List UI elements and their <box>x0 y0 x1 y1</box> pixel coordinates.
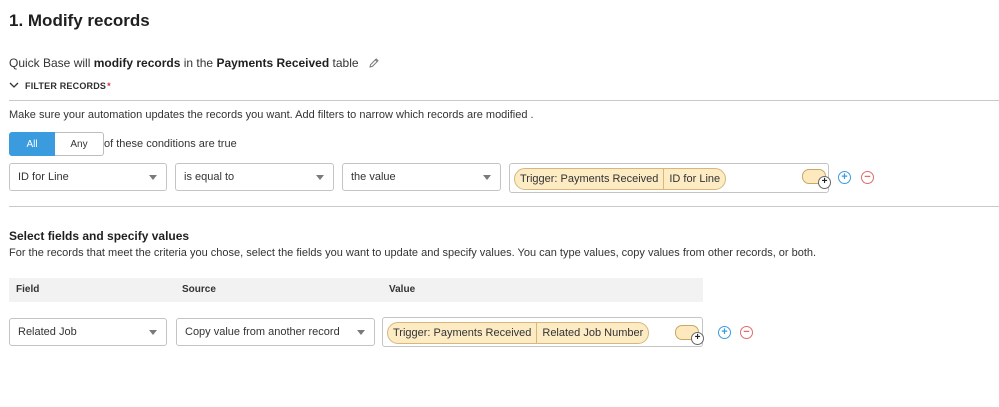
condition-operator-select[interactable]: is equal to <box>175 163 334 191</box>
match-all-button[interactable]: All <box>9 132 55 156</box>
match-any-button[interactable]: Any <box>55 132 104 156</box>
page-title: 1. Modify records <box>9 11 150 30</box>
token-source: Trigger: Payments Received <box>393 327 532 339</box>
token-source: Trigger: Payments Received <box>520 173 659 185</box>
intro-action: modify records <box>93 56 181 70</box>
column-field: Field <box>16 284 40 295</box>
caret-down-icon <box>149 330 157 335</box>
fields-table-header: Field Source Value <box>9 278 703 302</box>
condition-value-input[interactable]: Trigger: Payments Received ID for Line + <box>509 163 831 193</box>
plus-icon: + <box>691 332 704 345</box>
token-field: ID for Line <box>663 169 725 189</box>
divider <box>9 206 999 207</box>
field-select-value: Related Job <box>18 326 77 338</box>
pencil-icon[interactable] <box>368 57 380 72</box>
condition-field-select[interactable]: ID for Line <box>9 163 167 191</box>
condition-value-type-value: the value <box>351 171 396 183</box>
divider <box>9 100 999 101</box>
add-condition-button[interactable]: + <box>838 171 851 184</box>
field-token[interactable]: Trigger: Payments Received ID for Line <box>514 168 727 190</box>
column-value: Value <box>389 284 416 295</box>
condition-field-value: ID for Line <box>18 171 69 183</box>
filter-records-toggle[interactable]: FILTER RECORDS* <box>9 81 111 91</box>
chevron-down-icon <box>9 81 19 91</box>
condition-value-type-select[interactable]: the value <box>342 163 501 191</box>
field-token[interactable]: Trigger: Payments Received Related Job N… <box>387 322 650 344</box>
caret-down-icon <box>149 175 157 180</box>
insert-field-toggle-icon[interactable]: + <box>675 325 704 345</box>
token-field: Related Job Number <box>536 323 648 343</box>
plus-icon: + <box>818 176 831 189</box>
field-value-input[interactable]: Trigger: Payments Received Related Job N… <box>382 317 704 347</box>
required-mark: * <box>107 81 111 91</box>
filter-records-title: FILTER RECORDS* <box>25 81 111 91</box>
filter-help-text: Make sure your automation updates the re… <box>9 109 534 121</box>
caret-down-icon <box>316 175 324 180</box>
insert-field-toggle-icon[interactable]: + <box>802 169 831 189</box>
match-mode-suffix: of these conditions are true <box>104 138 237 150</box>
column-source: Source <box>182 284 216 295</box>
fields-section-title: Select fields and specify values <box>9 229 190 243</box>
match-mode-toggle: All Any <box>9 132 104 156</box>
add-field-button[interactable]: + <box>718 326 731 339</box>
field-select[interactable]: Related Job <box>9 318 167 346</box>
intro-mid: in the <box>183 56 214 70</box>
condition-operator-value: is equal to <box>184 171 235 183</box>
source-select[interactable]: Copy value from another record <box>176 318 375 346</box>
intro-suffix: table <box>332 56 359 70</box>
action-description: Quick Base will modify records in the Pa… <box>9 56 380 72</box>
source-select-value: Copy value from another record <box>185 326 340 338</box>
caret-down-icon <box>483 175 491 180</box>
caret-down-icon <box>357 330 365 335</box>
fields-section-help: For the records that meet the criteria y… <box>9 247 817 259</box>
intro-table: Payments Received <box>216 56 330 70</box>
remove-condition-button[interactable]: − <box>861 171 874 184</box>
intro-prefix: Quick Base will <box>9 56 91 70</box>
remove-field-button[interactable]: − <box>740 326 753 339</box>
